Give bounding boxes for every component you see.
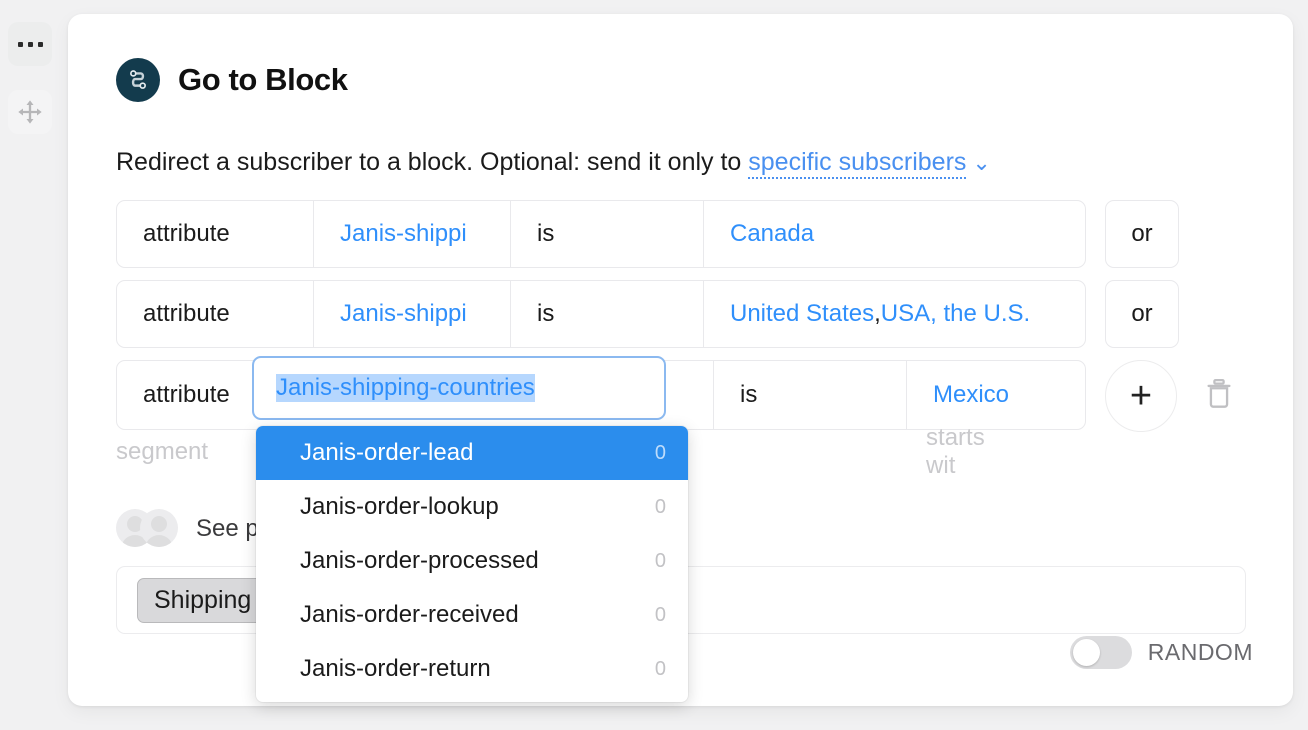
- dropdown-item-label: Janis-order-lookup: [300, 493, 499, 520]
- random-toggle-group: RANDOM: [1069, 636, 1253, 669]
- attribute-name-cell[interactable]: Janis-shippi: [313, 201, 510, 267]
- route-block-icon: [116, 58, 160, 102]
- page-title: Go to Block: [178, 62, 348, 97]
- attribute-suggestions-dropdown[interactable]: Janis-order-lead 0 Janis-order-lookup 0 Jani…: [256, 426, 688, 702]
- operator-cell[interactable]: is: [713, 361, 906, 429]
- dropdown-item[interactable]: Janis-order-lookup 0: [256, 480, 688, 534]
- or-button[interactable]: or: [1105, 280, 1179, 348]
- avatar-icon: [140, 509, 178, 547]
- value-cell[interactable]: Mexico: [906, 361, 1085, 429]
- condition-cells: attribute Janis-shippi is United States,…: [116, 280, 1086, 348]
- avatar-group: [116, 509, 178, 549]
- dropdown-item-label: Janis-order-return: [300, 655, 491, 682]
- attribute-type-cell[interactable]: attribute: [117, 201, 313, 267]
- card-header: Go to Block: [116, 58, 348, 102]
- see-people-row[interactable]: See pe: [116, 509, 272, 549]
- dropdown-item-count: 0: [654, 441, 666, 464]
- or-button[interactable]: or: [1105, 200, 1179, 268]
- trash-icon[interactable]: [1205, 378, 1233, 414]
- chevron-down-icon[interactable]: ⌄: [972, 150, 990, 175]
- operator-cell[interactable]: is: [510, 281, 703, 347]
- condition-cells: attribute Janis-shippi is Canada: [116, 200, 1086, 268]
- add-condition-button[interactable]: +: [1105, 360, 1177, 432]
- dropdown-item[interactable]: Janis-order-return 0: [256, 642, 688, 696]
- dropdown-item-label: Janis-order-received: [300, 601, 519, 628]
- specific-subscribers-link[interactable]: specific subscribers: [748, 148, 967, 179]
- dropdown-item[interactable]: Janis-order-received 0: [256, 588, 688, 642]
- attribute-name-cell[interactable]: Janis-shippi: [313, 281, 510, 347]
- random-label: RANDOM: [1147, 639, 1253, 665]
- dropdown-item-label: Janis-order-processed: [300, 547, 539, 574]
- value-secondary: USA, the U.S.: [880, 300, 1031, 327]
- value-primary: United States: [730, 300, 875, 327]
- value-comma: ,: [874, 300, 881, 327]
- condition-row: attribute Janis-shippi is United States,…: [116, 280, 1233, 348]
- more-options-button[interactable]: [8, 22, 52, 66]
- toggle-knob: [1072, 639, 1100, 666]
- value-cell[interactable]: Canada: [703, 201, 1085, 267]
- attribute-name-input[interactable]: Janis-shipping-countries: [252, 356, 666, 420]
- dropdown-item[interactable]: Janis-order-processed 0: [256, 534, 688, 588]
- move-arrows-icon: [18, 100, 42, 124]
- ellipsis-icon: [17, 41, 43, 47]
- attribute-type-cell[interactable]: attribute: [117, 281, 313, 347]
- dropdown-item-count: 0: [654, 603, 666, 626]
- ghost-operator-label: starts wit: [926, 424, 985, 479]
- dropdown-item-count: 0: [654, 495, 666, 518]
- dropdown-item-count: 0: [654, 657, 666, 680]
- condition-row: attribute Janis-shippi is Canada or: [116, 200, 1233, 268]
- dropdown-item-label: Janis-order-lead: [300, 439, 474, 466]
- shipping-chip[interactable]: Shipping: [137, 577, 269, 623]
- left-rail: [0, 0, 58, 730]
- attribute-name-input-value: Janis-shipping-countries: [276, 374, 535, 402]
- card-description: Redirect a subscriber to a block. Option…: [116, 148, 991, 179]
- description-text: Redirect a subscriber to a block. Option…: [116, 148, 749, 176]
- condition-row-active: attribute is Mexico Janis-shipping-count…: [116, 356, 1233, 432]
- value-cell[interactable]: United States, USA, the U.S.: [703, 281, 1085, 347]
- move-handle-button[interactable]: [8, 90, 52, 134]
- operator-cell[interactable]: is: [510, 201, 703, 267]
- random-toggle[interactable]: [1069, 636, 1132, 669]
- dropdown-item[interactable]: Janis-order-lead 0: [256, 426, 688, 480]
- conditions-list: attribute Janis-shippi is Canada or attr…: [116, 200, 1233, 444]
- dropdown-item-count: 0: [654, 549, 666, 572]
